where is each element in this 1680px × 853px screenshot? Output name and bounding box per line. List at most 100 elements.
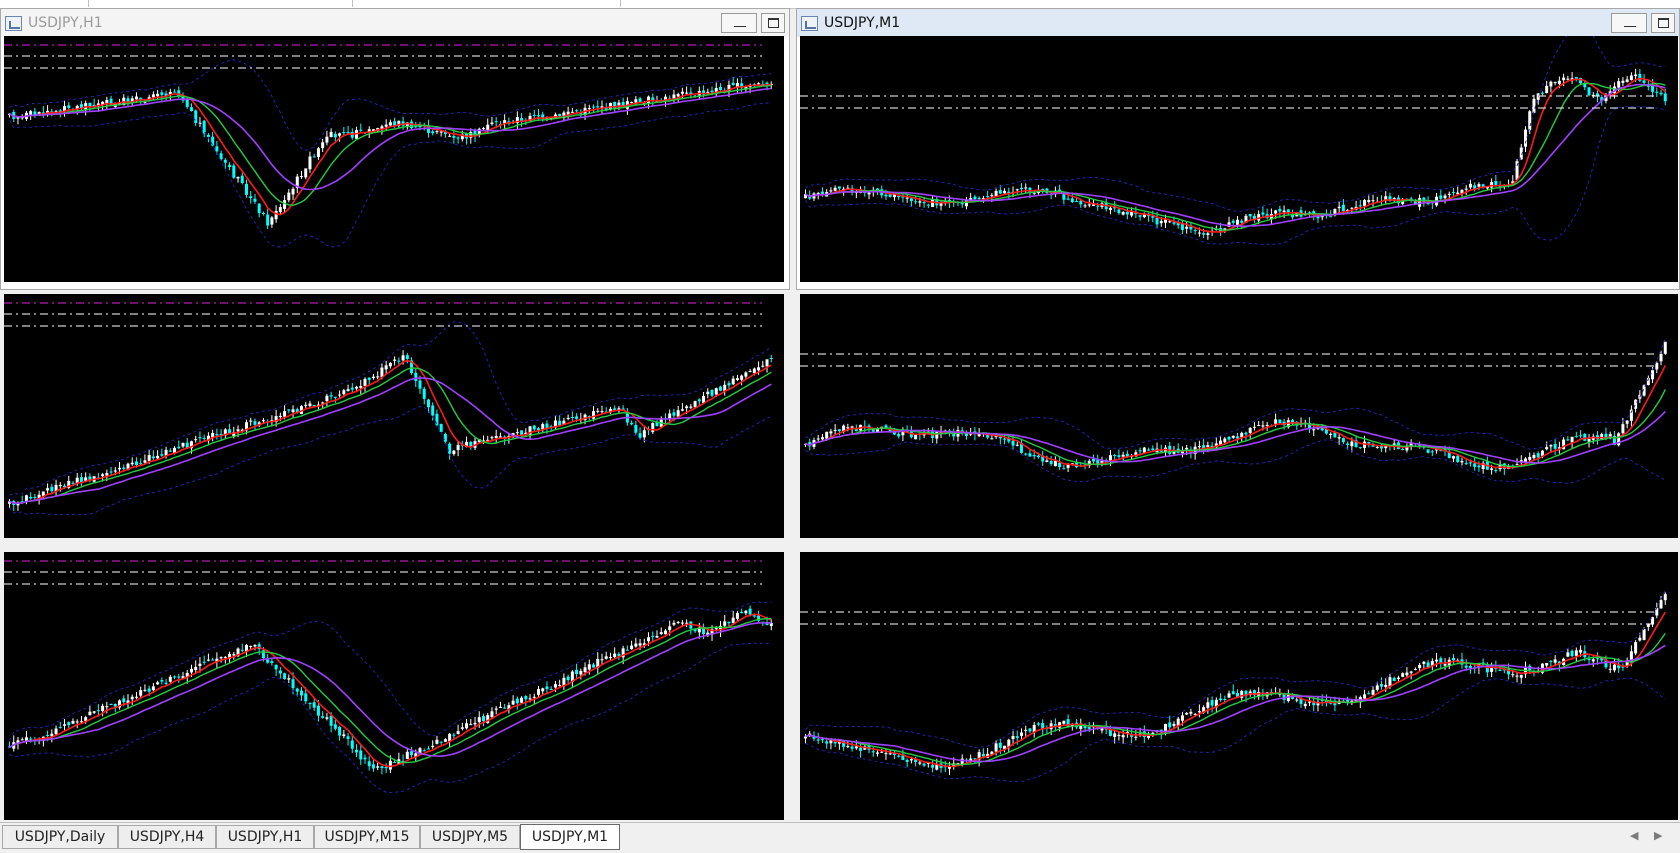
candle-body <box>465 723 469 729</box>
window-titlebar[interactable]: USDJPY,H1 <box>1 9 789 37</box>
tab-usdjpy-daily[interactable]: USDJPY,Daily <box>2 825 118 849</box>
candle-body <box>384 124 388 127</box>
candle-body <box>1252 426 1256 428</box>
candle-body <box>990 195 994 197</box>
candle-body <box>1036 723 1040 725</box>
maximize-button[interactable] <box>761 13 785 33</box>
tab-usdjpy-m5[interactable]: USDJPY,M5 <box>420 825 520 849</box>
candle-body <box>1350 441 1354 447</box>
candle-body <box>1477 465 1481 468</box>
candles <box>804 341 1667 475</box>
candle-body <box>1219 698 1223 701</box>
chart-pane-h1[interactable] <box>4 36 784 282</box>
candle-body <box>189 668 193 673</box>
candle-body <box>1053 460 1057 467</box>
candle-body <box>1659 92 1663 95</box>
moving-average-fast <box>805 77 1666 233</box>
candle-body <box>672 622 676 625</box>
scroll-right-icon[interactable]: ▶ <box>1654 829 1662 842</box>
candle-body <box>600 411 604 413</box>
candle-body <box>1236 219 1239 225</box>
candles <box>8 76 773 230</box>
candle-body <box>1062 468 1066 470</box>
candle-body <box>914 434 918 440</box>
window-title: USDJPY,M1 <box>824 15 901 31</box>
candle-body <box>67 105 71 108</box>
candle-body <box>29 111 33 115</box>
candle-body <box>1468 183 1472 188</box>
candle-body <box>1452 192 1455 194</box>
window-titlebar[interactable]: USDJPY,M1 <box>797 9 1679 37</box>
candle-body <box>1227 693 1231 698</box>
candle-body <box>752 615 756 617</box>
candle-body <box>202 437 206 439</box>
candle-body <box>672 412 676 416</box>
candle-body <box>973 196 977 200</box>
candle-body <box>1134 736 1138 738</box>
candle-body <box>1062 720 1066 724</box>
tab-usdjpy-m15[interactable]: USDJPY,M15 <box>314 825 420 849</box>
candle-body <box>757 83 761 85</box>
chart-pane-m1[interactable] <box>800 36 1678 282</box>
candle-body <box>1375 446 1379 448</box>
candle-body <box>329 395 333 397</box>
candle-body <box>253 198 257 202</box>
candle-body <box>494 436 498 438</box>
candle-body <box>101 474 105 477</box>
scroll-left-icon[interactable]: ◀ <box>1630 829 1638 842</box>
candle-body <box>647 96 651 104</box>
candle-body <box>300 176 304 178</box>
candle-body <box>244 183 248 195</box>
maximize-button[interactable] <box>1651 13 1675 33</box>
candle-body <box>651 423 655 433</box>
candle-body <box>422 750 426 752</box>
candle-body <box>333 724 337 729</box>
tab-usdjpy-h1[interactable]: USDJPY,H1 <box>216 825 314 849</box>
candle-body <box>1392 677 1396 681</box>
price-chart <box>800 36 1667 246</box>
tab-usdjpy-m1[interactable]: USDJPY,M1 <box>520 824 620 850</box>
minimize-button[interactable] <box>721 13 757 33</box>
candle-body <box>685 406 689 409</box>
candle-body <box>630 422 634 425</box>
candle-body <box>405 355 409 359</box>
bollinger-upper <box>805 36 1666 212</box>
candle-body <box>884 753 888 755</box>
candle-body <box>1248 213 1252 217</box>
moving-average-mid <box>805 389 1666 468</box>
candle-body <box>630 101 634 103</box>
minimize-button[interactable] <box>1611 13 1647 33</box>
candle-body <box>312 404 316 406</box>
candle-body <box>1528 456 1532 460</box>
candle-body <box>333 396 337 398</box>
candle-body <box>223 159 227 163</box>
chart-pane-middle-right[interactable] <box>800 294 1678 538</box>
candle-body <box>1172 222 1176 224</box>
candle-body <box>990 438 994 440</box>
candle-body <box>160 454 164 456</box>
moving-average-slow <box>805 410 1666 464</box>
candle-body <box>460 727 464 729</box>
candle-body <box>1621 424 1625 434</box>
candle-body <box>143 460 147 463</box>
chart-pane-bottom-right[interactable] <box>800 552 1678 820</box>
candle-body <box>134 96 138 100</box>
candle-body <box>532 114 536 116</box>
candle-body <box>837 186 841 189</box>
candle-body <box>1570 436 1574 443</box>
candle-body <box>342 390 346 395</box>
candle-body <box>58 485 62 487</box>
candle-body <box>156 455 160 459</box>
chart-window-icon <box>801 15 818 31</box>
candle-body <box>236 176 240 179</box>
candle-body <box>1248 428 1252 433</box>
candle-body <box>494 708 498 710</box>
moving-average-mid <box>805 632 1666 766</box>
candle-body <box>731 82 735 86</box>
candle-body <box>308 156 312 170</box>
chart-pane-bottom-left[interactable] <box>4 552 784 820</box>
chart-pane-middle-left[interactable] <box>4 294 784 538</box>
candle-body <box>1274 419 1278 424</box>
tab-usdjpy-h4[interactable]: USDJPY,H4 <box>118 825 216 849</box>
candle-body <box>994 743 998 752</box>
